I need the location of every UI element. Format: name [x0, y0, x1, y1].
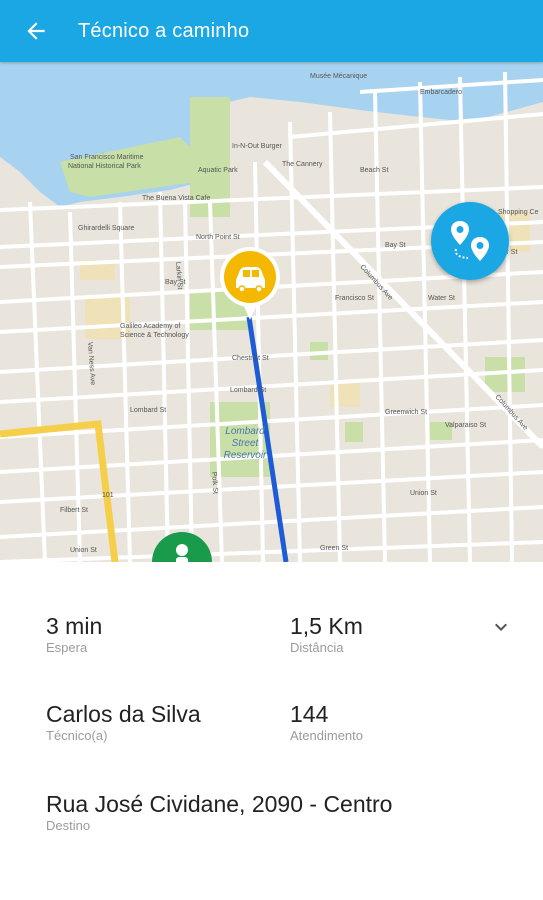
destination-marker[interactable]	[152, 532, 212, 562]
wait-time: 3 min Espera	[46, 612, 102, 656]
map-label: Bay St	[385, 242, 406, 249]
person-icon	[176, 544, 188, 562]
map-label: Van Ness Ave	[86, 342, 96, 386]
service-label: Atendimento	[290, 728, 363, 743]
trip-details: 3 min Espera 1,5 Km Distância Carlos da …	[0, 562, 543, 900]
distance-value: 1,5 Km	[290, 613, 363, 639]
app-bar: Técnico a caminho	[0, 0, 543, 62]
map-label: Science & Technology	[120, 332, 189, 339]
map-label: Lombard	[225, 426, 265, 437]
map-label: San Francisco Maritime	[70, 154, 144, 161]
distance-label: Distância	[290, 640, 344, 655]
map-label: Lombard St	[230, 387, 266, 394]
arrow-left-icon	[27, 22, 45, 40]
map-label: Reservoir	[224, 450, 267, 461]
map-label: Beach St	[360, 167, 388, 174]
map-label: The Buena Vista Cafe	[142, 195, 210, 202]
service-number: 144 Atendimento	[290, 700, 363, 744]
destination: Rua José Cividane, 2090 - Centro Destino	[46, 790, 392, 834]
destination-label: Destino	[46, 818, 91, 833]
map-label: Street	[232, 438, 260, 449]
technician: Carlos da Silva Técnico(a)	[46, 700, 201, 744]
map-label: Aquatic Park	[198, 167, 238, 174]
wait-value: 3 min	[46, 613, 103, 639]
back-button[interactable]	[8, 0, 64, 62]
map-label: Water St	[428, 295, 455, 302]
expand-button[interactable]	[486, 612, 516, 642]
map-label: North Point St	[196, 234, 240, 241]
map-label: Union St	[70, 547, 97, 554]
map-label: Green St	[320, 545, 348, 552]
map-label: Union St	[410, 490, 437, 497]
map-label: Filbert St	[60, 507, 88, 514]
route-pins-icon	[451, 221, 489, 261]
map-label: Ghirardelli Square	[78, 225, 135, 232]
route-button[interactable]	[431, 202, 509, 280]
map-label: 101	[102, 492, 114, 499]
map-label: National Historical Park	[68, 163, 141, 170]
chevron-down-icon	[495, 623, 507, 631]
map-label: Greenwich St	[385, 409, 427, 416]
block-green	[345, 422, 363, 442]
map-label: Lombard St	[130, 407, 166, 414]
map-label: In-N-Out Burger	[232, 143, 282, 150]
technician-label: Técnico(a)	[46, 728, 108, 743]
map-label: Embarcadero	[420, 89, 462, 96]
map-label: The Cannery	[282, 161, 323, 168]
destination-value: Rua José Cividane, 2090 - Centro	[46, 791, 393, 817]
service-value: 144	[290, 701, 329, 727]
map-label: Chestnut St	[232, 355, 269, 362]
technician-value: Carlos da Silva	[46, 701, 201, 727]
distance: 1,5 Km Distância	[290, 612, 363, 656]
map-canvas[interactable]: Musée Mécanique Embarcadero San Francisc…	[0, 62, 543, 562]
map-label: Shopping Ce	[498, 209, 539, 216]
highway-101	[0, 420, 119, 562]
map-label: Valparaiso St	[445, 422, 486, 429]
map-label: Francisco St	[335, 295, 374, 302]
map-label: Galileo Academy of	[120, 323, 180, 330]
page-title: Técnico a caminho	[78, 19, 250, 42]
map-label: Musée Mécanique	[310, 73, 367, 80]
map-view[interactable]: Musée Mécanique Embarcadero San Francisc…	[0, 62, 543, 562]
wait-label: Espera	[46, 640, 88, 655]
